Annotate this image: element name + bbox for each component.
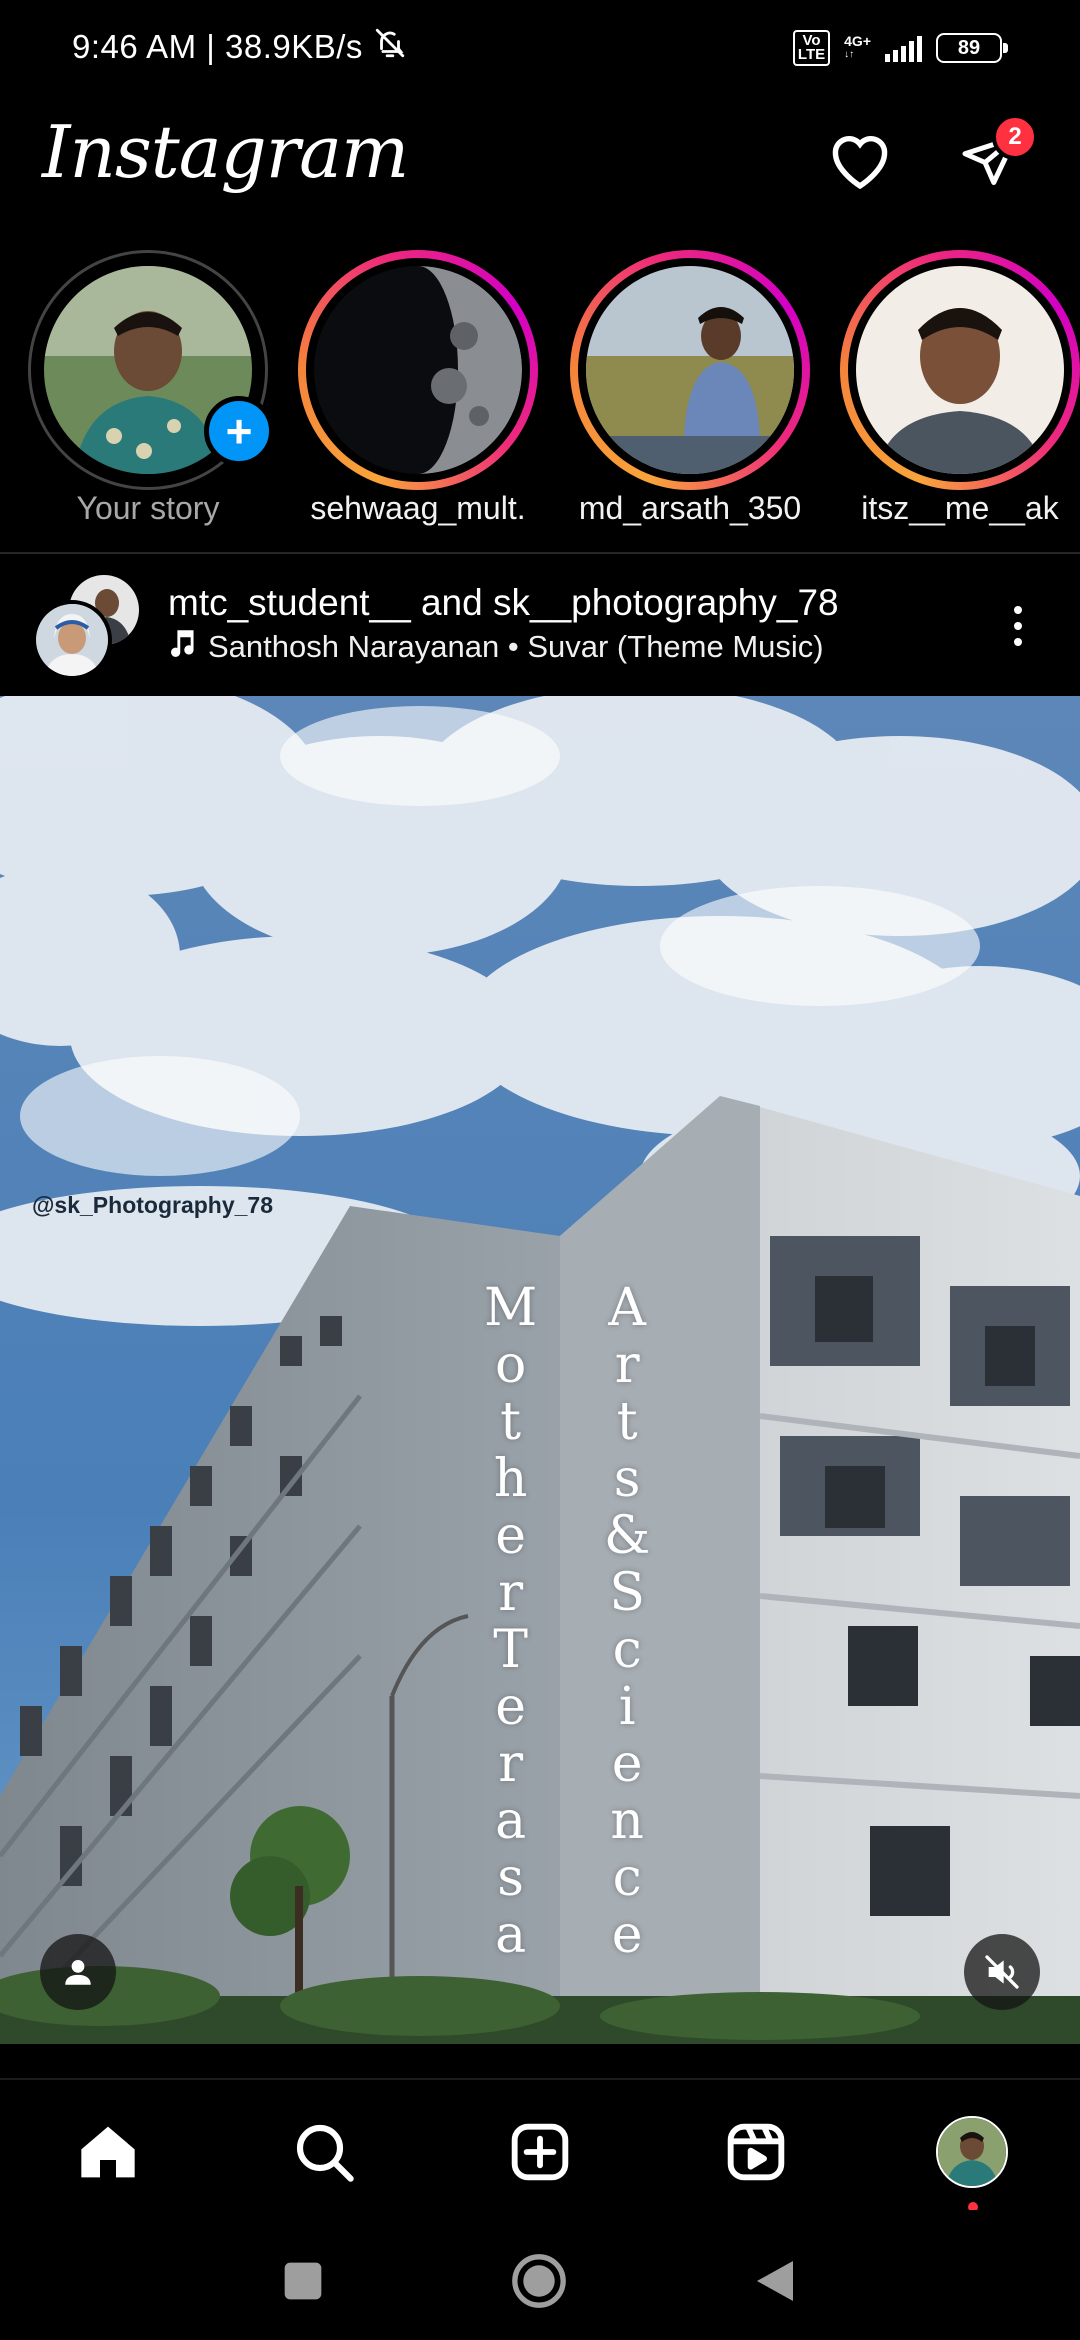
battery-level: 89 [957,36,981,59]
person-icon [65,1959,91,1985]
system-navigation [0,2210,1080,2340]
building-text-right: Ar t s & Sc i e n c e [604,1280,650,1964]
story-item[interactable]: itsz__me__ak [840,250,1080,540]
college-photo [0,696,1080,2044]
building-letter: a [495,1791,527,1851]
photo-watermark: @sk_Photography_78 [32,1192,274,1218]
story-item[interactable]: md_arsath_350 [570,250,810,540]
stories-tray[interactable]: + Your story sehwaag_mult. md_arsath_350… [0,250,1080,540]
building-letter: s [613,1449,641,1509]
heart-icon [832,136,888,190]
audio-label: Santhosh Narayanan • Suvar (Theme Music) [208,629,824,664]
mute-button[interactable] [964,1934,1040,2010]
building-letter: S [609,1563,645,1623]
post-image[interactable]: @sk_Photography_78 MotherTerasa Ar t s & Sc i… [0,696,1080,2044]
post-header: mtc_student__ and sk__photography_78 San… [0,556,1080,696]
direct-messages-button[interactable]: 2 [950,114,1038,200]
dm-badge: 2 [992,114,1038,160]
profile-avatar [936,2116,1008,2188]
music-note-icon [168,628,196,666]
building-letter: e [495,1506,527,1566]
home-icon [81,2126,135,2178]
status-bar: 9:46 AM | 38.9KB/s Vo LTE 4G+ ↓↑ 89 [0,0,1080,100]
signal-icon [885,34,922,62]
building-letter: M [484,1278,538,1338]
status-time-speed: 9:46 AM | 38.9KB/s [72,28,363,65]
battery-icon: 89 [936,33,1008,63]
building-letter: e [611,1905,643,1965]
building-letter: n [610,1791,644,1851]
volte-indicator: Vo LTE [792,30,831,66]
building-letter: c [612,1848,642,1908]
story-label: md_arsath_350 [578,490,802,526]
search-icon [296,2124,354,2182]
author-avatar[interactable] [32,600,112,680]
nav-home[interactable] [68,2112,148,2192]
building-letter: o [494,1335,527,1395]
add-story-button[interactable]: + [204,396,274,466]
nav-search[interactable] [284,2112,364,2192]
post-audio[interactable]: Santhosh Narayanan • Suvar (Theme Music) [168,628,824,666]
back-button[interactable] [740,2246,810,2316]
status-right: Vo LTE 4G+ ↓↑ 89 [792,30,1008,66]
building-letter: t [616,1392,638,1452]
status-left: 9:46 AM | 38.9KB/s [72,26,407,68]
notifications-button[interactable] [820,120,900,200]
building-letter: r [498,1734,524,1794]
building-letter: T [493,1620,528,1680]
reels-icon [727,2123,785,2181]
post-authors[interactable]: mtc_student__ and sk__photography_78 [168,582,839,624]
triangle-back-icon [757,2261,793,2301]
create-icon [511,2123,569,2181]
avatar [586,266,794,474]
divider [0,552,1080,554]
building-letter: e [611,1734,643,1794]
building-letter: A [608,1278,646,1338]
tagged-users-button[interactable] [40,1934,116,2010]
building-letter: r [498,1563,524,1623]
story-label: sehwaag_mult. [310,490,526,526]
bottom-navigation [0,2078,1080,2212]
story-own[interactable]: + Your story [28,250,274,540]
building-letter: c [612,1620,642,1680]
story-label: itsz__me__ak [861,490,1059,526]
building-letter: s [497,1848,524,1908]
nav-reels[interactable] [716,2112,796,2192]
home-system-button[interactable] [504,2246,574,2316]
story-label: Your story [76,490,220,526]
avatar [314,266,522,474]
building-letter: i [618,1677,636,1737]
building-letter: a [495,1905,527,1965]
building-letter: t [500,1392,522,1452]
recents-button[interactable] [268,2246,338,2316]
building-text-left: MotherTerasa [484,1280,537,1964]
app-header: Instagram 2 [0,100,1080,250]
bell-muted-icon [373,26,407,68]
building-letter: e [495,1677,527,1737]
building-letter: r [614,1335,640,1395]
nav-profile[interactable] [932,2112,1012,2212]
circle-icon [512,2254,566,2308]
square-icon [284,2262,322,2300]
network-type: 4G+ ↓↑ [844,33,871,60]
avatar [856,266,1064,474]
instagram-logo[interactable]: Instagram [42,110,409,194]
speaker-muted-icon [985,1955,1019,1989]
nav-create[interactable] [500,2112,580,2192]
story-item[interactable]: sehwaag_mult. [298,250,538,540]
more-options-button[interactable] [998,596,1038,656]
building-letter: h [493,1449,528,1509]
building-letter: & [604,1506,651,1566]
